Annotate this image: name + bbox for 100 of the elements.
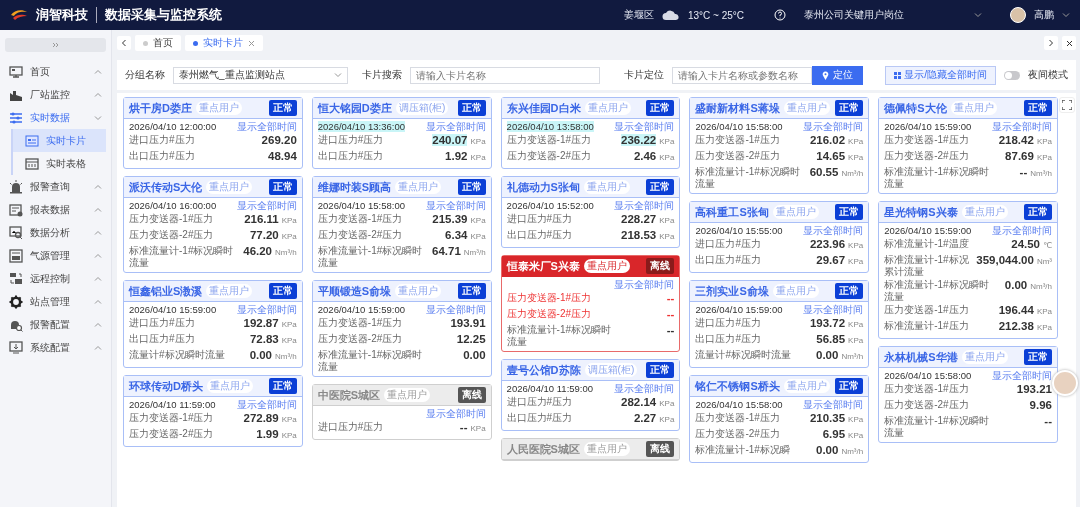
toggle-time-button[interactable]: 显示/隐藏全部时间 <box>885 65 996 85</box>
show-all-time-link[interactable]: 显示全部时间 <box>425 302 486 317</box>
show-all-time-link[interactable]: 显示全部时间 <box>992 368 1052 383</box>
card-title: 壹号公馆D苏陈 <box>506 362 581 378</box>
show-all-time-link[interactable]: 显示全部时间 <box>425 198 486 213</box>
sidebar-item[interactable]: 厂站监控 <box>5 83 106 106</box>
user-name[interactable]: 高鹏 <box>1034 8 1054 22</box>
reading-label: 压力变送器-1#压力 <box>884 304 969 316</box>
close-icon <box>1065 39 1073 47</box>
card-tag: 重点用户 <box>961 350 1008 364</box>
chevron-icon <box>94 320 102 329</box>
reading-label: 压力变送器-1#压力 <box>506 134 592 146</box>
sidebar-item[interactable]: 报警查询 <box>5 175 106 198</box>
reading-unit: KPa <box>848 153 864 162</box>
card-title: 德佩特S大伦 <box>884 100 947 116</box>
card-tag: 重点用户 <box>772 284 819 298</box>
status-badge: 正常 <box>835 100 864 116</box>
reading-label: 标准流量计-1#标况瞬时流量 <box>695 166 801 190</box>
chevron-icon <box>94 67 102 76</box>
sidebar-item[interactable]: 远程控制 <box>5 267 106 290</box>
reading-label: 出口压力#压力 <box>695 254 761 266</box>
sidebar-item[interactable]: 报表数据 <box>5 198 106 221</box>
page-tab[interactable]: 实时卡片 <box>185 35 263 51</box>
reading-value: 269.20 <box>261 134 297 146</box>
close-all-button[interactable] <box>1062 36 1076 50</box>
reading-value: 87.69 <box>1005 150 1034 162</box>
reading-unit: KPa <box>848 415 864 424</box>
show-all-time-link[interactable]: 显示全部时间 <box>236 198 297 213</box>
help-icon[interactable] <box>774 9 786 21</box>
reading-label: 进口压力#压力 <box>129 317 195 329</box>
show-all-time-link[interactable]: 显示全部时间 <box>236 119 297 134</box>
sidebar-subitem[interactable]: 实时卡片 <box>13 129 106 152</box>
reading-unit: KPa <box>470 137 486 146</box>
reading-value: 64.71 <box>432 245 461 257</box>
card-timestamp: 2026/04/10 15:55:00 <box>695 225 783 236</box>
panel-icon <box>9 248 23 263</box>
chevron-icon <box>94 205 102 214</box>
reading-value: 24.50 <box>1011 238 1040 250</box>
night-mode-switch[interactable] <box>1004 70 1020 80</box>
card-locate-field[interactable]: 请输入卡片名称或参数名称 <box>672 66 812 84</box>
card-search-field[interactable]: 请输入卡片名称 <box>410 66 600 84</box>
show-all-time-link[interactable]: 显示全部时间 <box>236 397 297 412</box>
card-tag: 重点用户 <box>206 379 253 393</box>
reading-label: 压力变送器-2#压力 <box>129 428 214 440</box>
locate-button[interactable]: 定位 <box>812 65 863 85</box>
reading-value: 0.00 <box>816 444 839 456</box>
sidebar-item[interactable]: 报警配置 <box>5 313 106 336</box>
sidebar-item[interactable]: 实时数据 <box>5 106 106 129</box>
show-all-time-link[interactable]: 显示全部时间 <box>425 119 486 134</box>
reading-value: 12.25 <box>456 333 486 345</box>
reading-value: 72.83 <box>249 333 279 345</box>
reading-value: 236.22 <box>621 134 657 146</box>
show-all-time-link[interactable]: 显示全部时间 <box>236 302 297 317</box>
chevron-icon <box>94 228 102 237</box>
show-all-time-link[interactable]: 显示全部时间 <box>614 277 675 292</box>
reading-label: 标准流量计-1#压力 <box>884 320 969 332</box>
fullscreen-button[interactable] <box>1059 97 1075 113</box>
app-title: 数据采集与监控系统 <box>105 6 222 24</box>
card-timestamp: 2026/04/10 13:58:00 <box>506 121 594 132</box>
reading-unit: KPa <box>848 320 864 329</box>
reading-unit: KPa <box>659 399 675 408</box>
show-all-time-link[interactable]: 显示全部时间 <box>803 223 864 238</box>
sidebar-item[interactable]: 数据分析 <box>5 221 106 244</box>
sidebar-subitem[interactable]: 实时表格 <box>13 152 106 175</box>
sidebar-item[interactable]: 气源管理 <box>5 244 106 267</box>
show-all-time-link[interactable]: 显示全部时间 <box>803 302 864 317</box>
reading-label: 标准流量计-1#标况瞬时流量 <box>884 415 990 439</box>
card-title: 高科重工S张甸 <box>695 204 769 220</box>
show-all-time-link[interactable]: 显示全部时间 <box>803 119 864 134</box>
show-all-time-link[interactable]: 显示全部时间 <box>425 406 486 421</box>
reading-value: 0.00 <box>249 349 272 361</box>
role-dropdown[interactable]: 泰州公司关键用户岗位 <box>804 8 982 22</box>
reading-unit: KPa <box>470 232 486 241</box>
close-icon[interactable] <box>248 39 255 47</box>
reading-unit: KPa <box>848 241 864 250</box>
show-all-time-link[interactable]: 显示全部时间 <box>614 198 675 213</box>
sidebar-item[interactable]: 站点管理 <box>5 290 106 313</box>
show-all-time-link[interactable]: 显示全部时间 <box>614 119 675 134</box>
sidebar-item[interactable]: 首页 <box>5 60 106 83</box>
show-all-time-link[interactable]: 显示全部时间 <box>803 397 864 412</box>
show-all-time-link[interactable]: 显示全部时间 <box>614 381 675 396</box>
chevron-icon <box>94 113 102 122</box>
reading-label: 标准流量计-1#温度 <box>884 238 969 250</box>
reading-value: 193.21 <box>1016 383 1052 395</box>
show-all-time-link[interactable]: 显示全部时间 <box>992 223 1052 238</box>
tabs-left-button[interactable] <box>117 36 131 50</box>
page-tab[interactable]: 首页 <box>135 35 181 51</box>
group-select[interactable]: 泰州燃气_重点监测站点 <box>173 66 348 84</box>
reading-label: 出口压力#压力 <box>317 150 384 162</box>
card-tag: 重点用户 <box>783 101 830 115</box>
reading-value: 218.53 <box>621 229 657 241</box>
reading-value: 282.14 <box>621 396 657 408</box>
reading-label: 标准流量计-1#标况瞬时流量 <box>129 245 235 269</box>
gear-icon <box>9 294 23 309</box>
card-title: 东兴佳园D白米 <box>506 100 581 116</box>
user-avatar[interactable] <box>1010 7 1026 23</box>
card-tag: 重点用户 <box>395 180 442 194</box>
card-tag: 重点用户 <box>584 101 631 115</box>
sidebar-item[interactable]: 系统配置 <box>5 336 106 359</box>
show-all-time-link[interactable]: 显示全部时间 <box>992 119 1052 134</box>
